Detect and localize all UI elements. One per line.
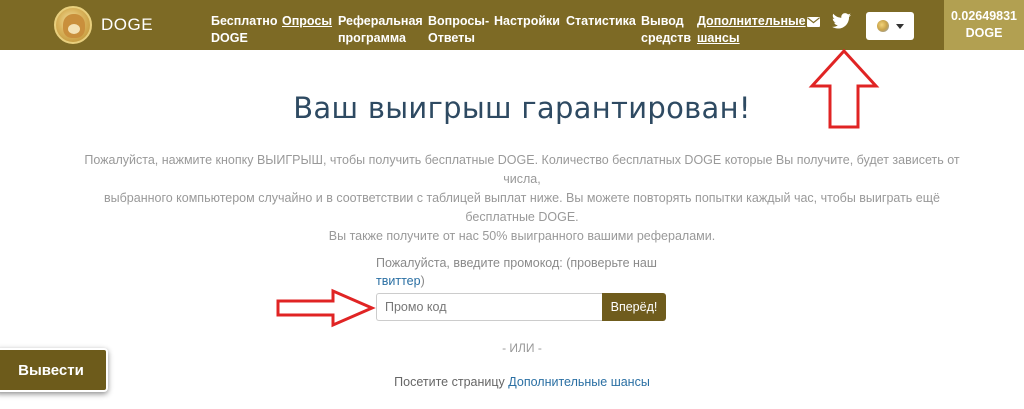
nav-item-faq[interactable]: Вопросы- Ответы bbox=[428, 13, 489, 47]
envelope-icon[interactable] bbox=[807, 17, 820, 27]
doge-coin-icon bbox=[54, 6, 92, 44]
visit-extra-chances: Посетите страницу Дополнительные шансы bbox=[394, 375, 650, 389]
description-text: Пожалуйста, нажмите кнопку ВЫИГРЫШ, чтоб… bbox=[84, 153, 960, 243]
balance-currency: DOGE bbox=[965, 26, 1003, 40]
annotation-arrow-right-icon bbox=[276, 288, 376, 328]
globe-icon bbox=[876, 20, 889, 32]
nav-item-withdraw[interactable]: Вывод средств bbox=[641, 13, 691, 47]
site-logo[interactable]: DOGE bbox=[54, 6, 153, 44]
extra-chances-link[interactable]: Дополнительные шансы bbox=[508, 375, 650, 389]
balance-amount: 0.02649831 bbox=[950, 9, 1018, 23]
promo-label: Пожалуйста, введите промокод: (проверьте… bbox=[376, 256, 657, 288]
nav-item-surveys[interactable]: Опросы bbox=[282, 13, 332, 30]
brand-name: DOGE bbox=[101, 15, 154, 34]
chevron-down-icon bbox=[895, 23, 904, 29]
nav-item-extra-chances[interactable]: Дополнительные шансы bbox=[697, 13, 806, 47]
withdraw-floating-button[interactable]: Вывести bbox=[0, 348, 108, 392]
nav-item-settings[interactable]: Настройки bbox=[494, 13, 560, 30]
twitter-link[interactable]: твиттер bbox=[376, 274, 421, 288]
top-navbar: DOGE Бесплатно DOGE Опросы Реферальная про… bbox=[0, 0, 1024, 50]
twitter-icon[interactable] bbox=[832, 13, 851, 29]
nav-item-referral[interactable]: Реферальная программа bbox=[338, 13, 423, 47]
language-dropdown[interactable] bbox=[866, 12, 914, 40]
promo-code-input[interactable] bbox=[376, 293, 602, 321]
nav-item-free-doge[interactable]: Бесплатно DOGE bbox=[211, 13, 277, 47]
promo-submit-button[interactable]: Вперёд! bbox=[602, 293, 666, 321]
annotation-arrow-up-icon bbox=[808, 48, 880, 129]
balance-display: 0.02649831 DOGE bbox=[944, 0, 1024, 50]
nav-item-statistics[interactable]: Статистика bbox=[566, 13, 636, 30]
or-divider: - ИЛИ - bbox=[502, 341, 542, 355]
